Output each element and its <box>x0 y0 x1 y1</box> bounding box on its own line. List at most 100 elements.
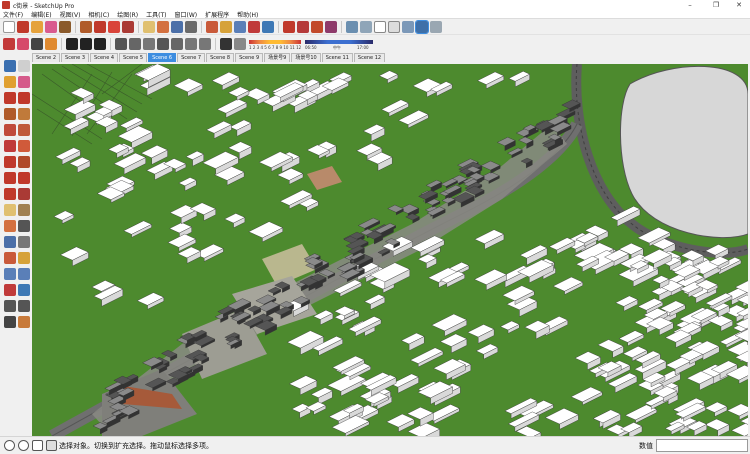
menu-tools[interactable]: 工具(T) <box>146 10 166 19</box>
eraser-icon[interactable] <box>18 76 30 88</box>
tab-scene-10[interactable]: 场景号10 <box>291 53 321 62</box>
protractor-icon[interactable] <box>157 20 169 33</box>
zoom-extents-icon[interactable] <box>248 20 260 33</box>
warehouse-icon[interactable] <box>283 20 295 33</box>
zoom-icon[interactable] <box>234 20 246 33</box>
dimension-icon[interactable] <box>18 204 30 216</box>
maximize-button[interactable]: ❐ <box>704 0 728 10</box>
select-icon[interactable] <box>3 20 15 33</box>
shadow-date-slider[interactable]: 1 2 3 4 5 6 7 8 9 10 11 12 <box>249 38 301 50</box>
menu-edit[interactable]: 编辑(E) <box>31 10 51 19</box>
polygon-icon[interactable] <box>18 124 30 136</box>
monochrome-icon[interactable] <box>430 20 442 33</box>
tab-scene-7[interactable]: Scene 7 <box>177 53 206 62</box>
tab-scene-6[interactable]: Scene 6 <box>148 53 177 62</box>
push-pull-icon[interactable] <box>80 20 92 33</box>
tab-scene-12[interactable]: Scene 12 <box>353 53 386 62</box>
credits-icon[interactable] <box>18 440 29 451</box>
section-plane-icon[interactable] <box>18 316 30 328</box>
tab-scene-9b[interactable]: 场景号9 <box>264 53 291 62</box>
move-icon[interactable] <box>94 20 106 33</box>
tab-scene-2[interactable]: Scene 2 <box>32 53 61 62</box>
pan-icon[interactable] <box>220 20 232 33</box>
3d-text-icon[interactable] <box>18 236 30 248</box>
menu-file[interactable]: 文件(F) <box>3 10 23 19</box>
freehand-icon[interactable] <box>18 92 30 104</box>
rotated-rect-icon[interactable] <box>18 108 30 120</box>
arc-icon[interactable] <box>4 140 16 152</box>
house-icon[interactable] <box>171 37 183 50</box>
follow-me-icon[interactable] <box>18 172 30 184</box>
tab-scene-11[interactable]: Scene 11 <box>321 53 353 62</box>
axes-icon[interactable] <box>171 20 183 33</box>
right-view-icon[interactable] <box>115 37 127 50</box>
house-icon[interactable] <box>185 37 197 50</box>
rectangle-icon[interactable] <box>31 20 43 33</box>
orbit-icon[interactable] <box>4 252 16 264</box>
house-icon[interactable] <box>157 37 169 50</box>
zoom-icon[interactable] <box>4 268 16 280</box>
eraser-icon[interactable] <box>45 20 57 33</box>
minimize-button[interactable]: – <box>678 0 702 10</box>
fog-icon[interactable] <box>234 37 246 50</box>
push-pull-icon[interactable] <box>18 156 30 168</box>
component-icon[interactable] <box>325 20 337 33</box>
offset-icon[interactable] <box>122 20 134 33</box>
pie-icon[interactable] <box>18 140 30 152</box>
back-view-icon[interactable] <box>129 37 141 50</box>
previous-icon[interactable] <box>18 284 30 296</box>
left-view-icon[interactable] <box>143 37 155 50</box>
ruby-console-icon[interactable] <box>3 37 15 50</box>
text-icon[interactable] <box>185 20 197 33</box>
menu-help[interactable]: 帮助(H) <box>237 10 258 19</box>
line-icon[interactable] <box>4 92 16 104</box>
close-button[interactable]: ✕ <box>727 0 750 10</box>
axes-icon[interactable] <box>4 236 16 248</box>
house-icon[interactable] <box>199 37 211 50</box>
menu-window[interactable]: 窗口(W) <box>175 10 198 19</box>
pan-icon[interactable] <box>18 252 30 264</box>
extension-warehouse-icon[interactable] <box>297 20 309 33</box>
select-icon[interactable] <box>4 60 16 72</box>
wireframe-icon[interactable] <box>374 20 386 33</box>
look-around-icon[interactable] <box>18 300 30 312</box>
position-camera-icon[interactable] <box>4 300 16 312</box>
hidden-line-icon[interactable] <box>388 20 400 33</box>
tab-scene-4[interactable]: Scene 4 <box>90 53 119 62</box>
circle-icon[interactable] <box>4 124 16 136</box>
shadows-toggle-icon[interactable] <box>220 37 232 50</box>
top-view-icon[interactable] <box>80 37 92 50</box>
rotate-icon[interactable] <box>4 172 16 184</box>
component-icon[interactable] <box>18 60 30 72</box>
paint-bucket-icon[interactable] <box>4 76 16 88</box>
text-icon[interactable] <box>18 220 30 232</box>
orbit-icon[interactable] <box>206 20 218 33</box>
menu-extensions[interactable]: 扩展程序 <box>205 10 229 19</box>
tape-measure-icon[interactable] <box>143 20 155 33</box>
scale-icon[interactable] <box>4 188 16 200</box>
rectangle-icon[interactable] <box>4 108 16 120</box>
front-view-icon[interactable] <box>94 37 106 50</box>
help-icon[interactable] <box>46 440 57 451</box>
offset-icon[interactable] <box>18 188 30 200</box>
shaded-icon[interactable] <box>402 20 414 33</box>
previous-view-icon[interactable] <box>262 20 274 33</box>
tab-scene-8[interactable]: Scene 8 <box>206 53 235 62</box>
measurements-input[interactable] <box>656 439 748 452</box>
menu-view[interactable]: 视图(V) <box>60 10 81 19</box>
zoom-extents-icon[interactable] <box>4 284 16 296</box>
paint-icon[interactable] <box>45 37 57 50</box>
zoom-window-icon[interactable] <box>18 268 30 280</box>
xray-icon[interactable] <box>346 20 358 33</box>
protractor-icon[interactable] <box>4 220 16 232</box>
shadow-time-slider[interactable]: 06:50 中午 17:00 <box>305 38 373 50</box>
paint-bucket-icon[interactable] <box>59 20 71 33</box>
plugin-icon[interactable] <box>17 37 29 50</box>
geo-location-icon[interactable] <box>4 440 15 451</box>
menu-draw[interactable]: 绘图(R) <box>117 10 138 19</box>
tape-measure-icon[interactable] <box>4 204 16 216</box>
tab-scene-3[interactable]: Scene 3 <box>61 53 90 62</box>
rotate-icon[interactable] <box>108 20 120 33</box>
layout-icon[interactable] <box>311 20 323 33</box>
instructor-icon[interactable] <box>32 440 43 451</box>
